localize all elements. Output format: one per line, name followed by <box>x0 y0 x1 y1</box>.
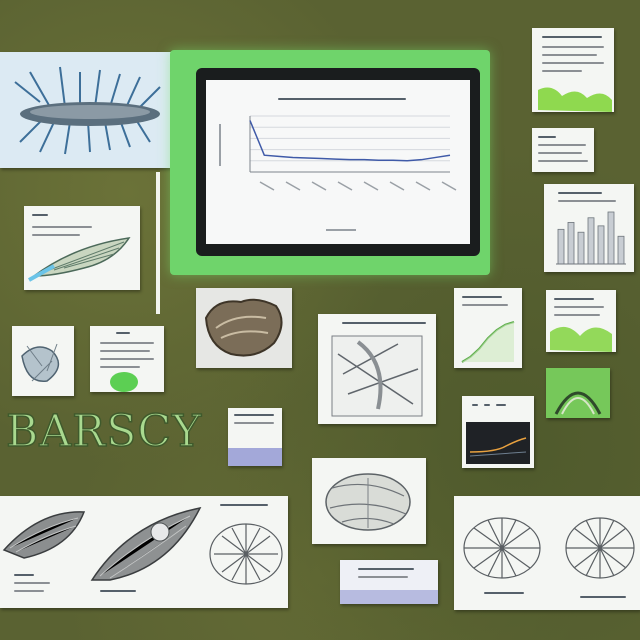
seed-illustration-card <box>0 496 288 608</box>
mini-dashboard-card <box>462 396 534 468</box>
cube-card <box>228 408 282 466</box>
x-tick-mark <box>311 181 327 191</box>
note-card-top-right <box>532 28 614 112</box>
specimen-illustration <box>0 52 178 168</box>
bar <box>557 228 565 265</box>
sketch-card-left <box>24 206 140 290</box>
specimen-cutout <box>196 288 292 368</box>
monitor-line-chart <box>219 115 457 231</box>
bar-chart-card <box>544 184 634 272</box>
series-line <box>249 120 451 162</box>
board-post <box>156 172 160 314</box>
label-strip-base <box>340 590 438 604</box>
bar-chart <box>556 211 626 265</box>
x-tick-mark <box>363 181 379 191</box>
note-card-small <box>90 326 164 392</box>
x-tick-mark <box>415 181 431 191</box>
diagram-card-center <box>318 314 436 424</box>
wordmark-text: BARSCY <box>5 405 203 458</box>
bar <box>567 222 575 265</box>
poster-board: BARSCY <box>0 0 640 640</box>
series-area <box>462 322 514 362</box>
radial-illustration-card <box>454 496 640 610</box>
note-card-right-3 <box>454 288 522 368</box>
x-tick-mark <box>337 181 353 191</box>
note-card-right-4 <box>546 290 616 352</box>
monitor-screen <box>206 80 470 244</box>
bar <box>597 225 605 265</box>
bar <box>617 235 625 265</box>
small-line-chart <box>461 321 515 363</box>
x-tick-mark <box>285 181 301 191</box>
green-badge <box>546 368 610 418</box>
label-strip <box>340 560 438 604</box>
mini-dashboard-screen <box>466 422 530 464</box>
note-card-right-2 <box>532 128 594 172</box>
specimen-card-top-left <box>0 52 178 168</box>
diagram-card-bottom-center <box>312 458 426 544</box>
bar <box>607 211 615 265</box>
cube-shape <box>228 448 282 466</box>
x-tick-mark <box>259 181 275 191</box>
sketch-card-small-left <box>12 326 74 396</box>
bar <box>577 231 585 265</box>
bar <box>587 217 595 265</box>
x-tick-mark <box>389 181 405 191</box>
x-tick-mark <box>441 181 457 191</box>
